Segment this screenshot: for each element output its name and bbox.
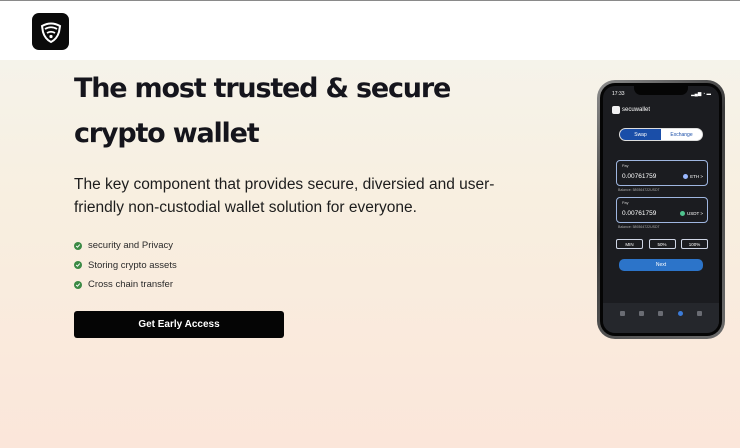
phone-screen: 17:33 ▂▄▆ ◔ ▬ secuwallet Swap Exchange P… — [603, 86, 719, 333]
min-button[interactable]: MIN — [616, 239, 643, 249]
pay-balance: Balance: 589364722USDT — [618, 188, 660, 192]
receive-balance: Balance: 589364722USDT — [618, 225, 660, 229]
app-header: secuwallet — [612, 106, 650, 114]
site-header — [0, 1, 740, 60]
check-icon — [74, 261, 82, 270]
eth-icon — [683, 174, 689, 179]
swap-tab-icon[interactable] — [677, 311, 683, 316]
next-button[interactable]: Next — [619, 259, 703, 271]
hero-headline: The most trusted & secure crypto wallet — [74, 66, 574, 156]
feature-item: Storing crypto assets — [74, 256, 177, 276]
pay-field-amount: 0.00761759 — [622, 173, 657, 180]
get-early-access-button[interactable]: Get Early Access — [74, 311, 284, 338]
swap-exchange-toggle: Swap Exchange — [619, 128, 703, 141]
receive-field-amount: 0.00761759 — [622, 210, 657, 217]
hero-subtext: The key component that provides secure, … — [74, 176, 495, 216]
shield-wifi-icon — [40, 22, 61, 43]
feature-item: Cross chain transfer — [74, 275, 177, 295]
feature-label: security and Privacy — [88, 240, 174, 252]
headline-line-2: crypto wallet — [74, 118, 260, 149]
fifty-percent-button[interactable]: 50% — [648, 239, 676, 249]
feature-list: security and Privacy Storing crypto asse… — [74, 236, 177, 295]
check-icon — [74, 241, 82, 250]
headline-line-1: The most trusted & secure — [74, 73, 451, 104]
pay-token-label: ETH > — [690, 174, 703, 179]
feature-label: Storing crypto assets — [88, 259, 177, 271]
phone-mockup: 17:33 ▂▄▆ ◔ ▬ secuwallet Swap Exchange P… — [597, 80, 725, 339]
phone-bezel: 17:33 ▂▄▆ ◔ ▬ secuwallet Swap Exchange P… — [600, 83, 722, 336]
receive-field[interactable]: Pay 0.00761759 USDT > — [616, 197, 708, 223]
chart-tab-icon[interactable] — [639, 311, 645, 316]
phone-notch — [634, 86, 688, 95]
feature-item: security and Privacy — [74, 236, 177, 256]
tab-exchange[interactable]: Exchange — [661, 129, 702, 140]
usdt-icon — [679, 211, 685, 216]
receive-token-selector[interactable]: USDT > — [679, 211, 703, 216]
wallet-tab-icon[interactable] — [620, 311, 626, 316]
grid-tab-icon[interactable] — [658, 311, 664, 316]
phone-tab-bar — [603, 303, 719, 333]
percent-buttons: MIN 50% 100% — [616, 239, 708, 249]
lock-tab-icon[interactable] — [696, 311, 702, 316]
app-logo-icon — [612, 106, 620, 114]
pay-field-label: Pay — [622, 164, 629, 168]
status-time: 17:33 — [612, 91, 625, 97]
pay-token-selector[interactable]: ETH > — [683, 174, 703, 179]
check-icon — [74, 280, 82, 289]
app-name: secuwallet — [622, 107, 651, 113]
pay-field[interactable]: Pay 0.00761759 ETH > — [616, 160, 708, 186]
receive-token-label: USDT > — [686, 211, 703, 216]
receive-field-label: Pay — [622, 201, 629, 205]
hundred-percent-button[interactable]: 100% — [681, 239, 708, 249]
brand-logo[interactable] — [32, 13, 69, 50]
feature-label: Cross chain transfer — [88, 279, 174, 291]
tab-swap[interactable]: Swap — [620, 129, 661, 140]
status-icons: ▂▄▆ ◔ ▬ — [691, 91, 711, 96]
